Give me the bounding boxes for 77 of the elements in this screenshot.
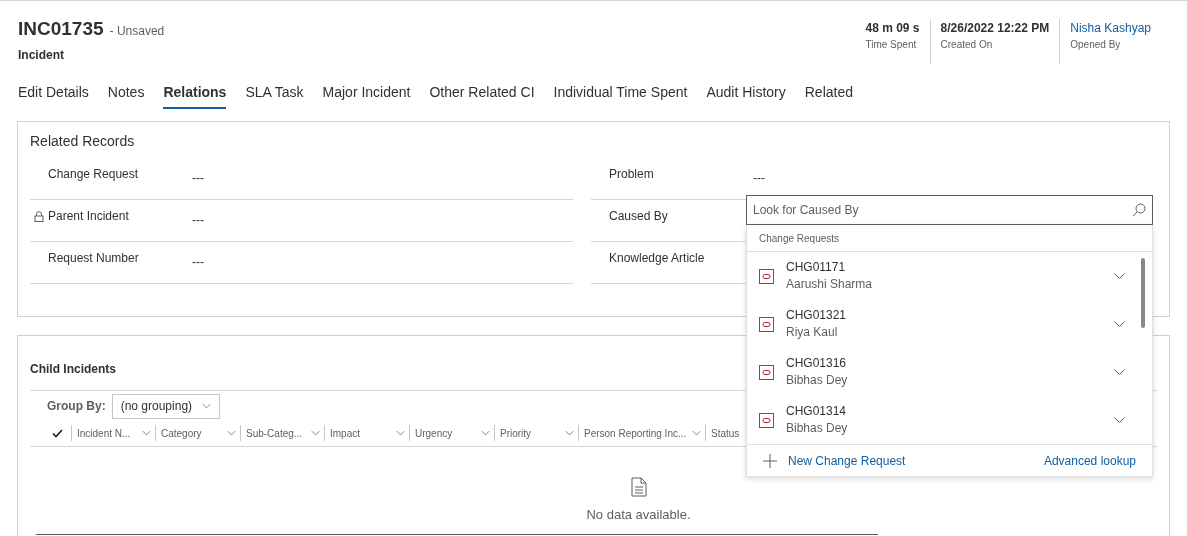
lookup-result[interactable]: CHG01171 Aarushi Sharma	[747, 252, 1152, 300]
record-icon	[759, 268, 774, 284]
stat-label: Time Spent	[865, 38, 918, 52]
column-header[interactable]: Category	[155, 425, 240, 441]
field-label: Request Number	[48, 250, 140, 267]
chevron-down-icon	[1113, 368, 1126, 376]
section-title: Related Records	[30, 131, 136, 151]
tab[interactable]: Individual Time Spent	[553, 81, 688, 109]
tab[interactable]: Relations	[163, 81, 227, 109]
tab[interactable]: Notes	[107, 81, 145, 109]
document-icon	[630, 476, 647, 497]
tab[interactable]: SLA Task	[245, 81, 304, 109]
chevron-down-icon	[1113, 416, 1126, 424]
tab[interactable]: Other Related CI	[429, 81, 535, 109]
record-icon	[759, 412, 774, 428]
new-change-request-button[interactable]: New Change Request	[763, 451, 906, 470]
chevron-down-icon	[692, 430, 701, 436]
column-header[interactable]: Impact	[324, 425, 409, 441]
column-header[interactable]: Urgency	[409, 425, 494, 441]
checkmark-icon	[52, 428, 63, 438]
result-name: Bibhas Dey	[786, 372, 849, 389]
field-label: Knowledge Article	[609, 250, 706, 267]
chevron-down-icon	[565, 430, 574, 436]
plus-icon	[763, 453, 777, 468]
lookup-result[interactable]: CHG01316 Bibhas Dey	[747, 348, 1152, 396]
record-icon	[759, 316, 774, 332]
chevron-down-icon	[396, 430, 405, 436]
chevron-down-icon	[1113, 320, 1126, 328]
chevron-down-icon	[227, 430, 236, 436]
field-value: ---	[192, 212, 204, 229]
result-id: CHG01316	[786, 355, 848, 372]
lookup-section-header: Change Requests	[759, 231, 840, 246]
stat-label: Opened By	[1070, 38, 1122, 52]
column-header[interactable]: Priority	[494, 425, 578, 441]
result-id: CHG01171	[786, 259, 847, 276]
lookup-search-field[interactable]: Look for Caused By	[746, 195, 1153, 225]
record-icon	[759, 364, 774, 380]
lookup-input[interactable]: Look for Caused By	[753, 201, 1132, 219]
group-by-dropdown[interactable]: (no grouping)	[111, 393, 221, 419]
chevron-down-icon	[202, 403, 212, 409]
field-label: Parent Incident	[48, 208, 130, 225]
field-label: Problem	[609, 166, 655, 183]
owner-link[interactable]: Nisha Kashyap	[1070, 19, 1151, 37]
chevron-down-icon	[1113, 272, 1126, 280]
section-title: Child Incidents	[30, 361, 116, 376]
empty-message: No data available.	[586, 505, 691, 524]
field-value: ---	[192, 254, 204, 271]
field-label: Change Request	[48, 166, 140, 183]
result-id: CHG01314	[786, 403, 848, 420]
field-value: ---	[753, 170, 765, 187]
tab[interactable]: Major Incident	[322, 81, 411, 109]
column-header[interactable]: Person Reporting Inc...	[578, 425, 705, 441]
chevron-down-icon	[481, 430, 490, 436]
field-value: ---	[192, 170, 204, 187]
tab[interactable]: Edit Details	[18, 81, 89, 109]
result-id: CHG01321	[786, 307, 848, 324]
chevron-down-icon	[142, 430, 151, 436]
result-name: Bibhas Dey	[786, 420, 849, 437]
save-status: - Unsaved	[109, 23, 165, 40]
stat-value: 8/26/2022 12:22 PM	[940, 20, 1050, 37]
result-name: Riya Kaul	[786, 324, 839, 341]
group-by-label: Group By:	[47, 398, 106, 415]
field-label: Caused By	[609, 208, 669, 225]
tab[interactable]: Related	[804, 81, 853, 109]
scrollbar-thumb	[1141, 258, 1145, 328]
tab[interactable]: Audit History	[706, 81, 786, 109]
chevron-down-icon	[311, 430, 320, 436]
stat-label: Created On	[940, 38, 994, 52]
column-header[interactable]: Incident N...	[71, 425, 155, 441]
search-icon	[1132, 203, 1146, 217]
record-title: INC01735	[18, 17, 104, 41]
advanced-lookup-link[interactable]: Advanced lookup	[1043, 451, 1136, 470]
lookup-result[interactable]: CHG01321 Riya Kaul	[747, 300, 1152, 348]
entity-name: Incident	[18, 46, 65, 64]
result-name: Aarushi Sharma	[786, 276, 874, 293]
column-header[interactable]: Sub-Categ...	[240, 425, 324, 441]
stat-value: 48 m 09 s	[865, 20, 920, 37]
